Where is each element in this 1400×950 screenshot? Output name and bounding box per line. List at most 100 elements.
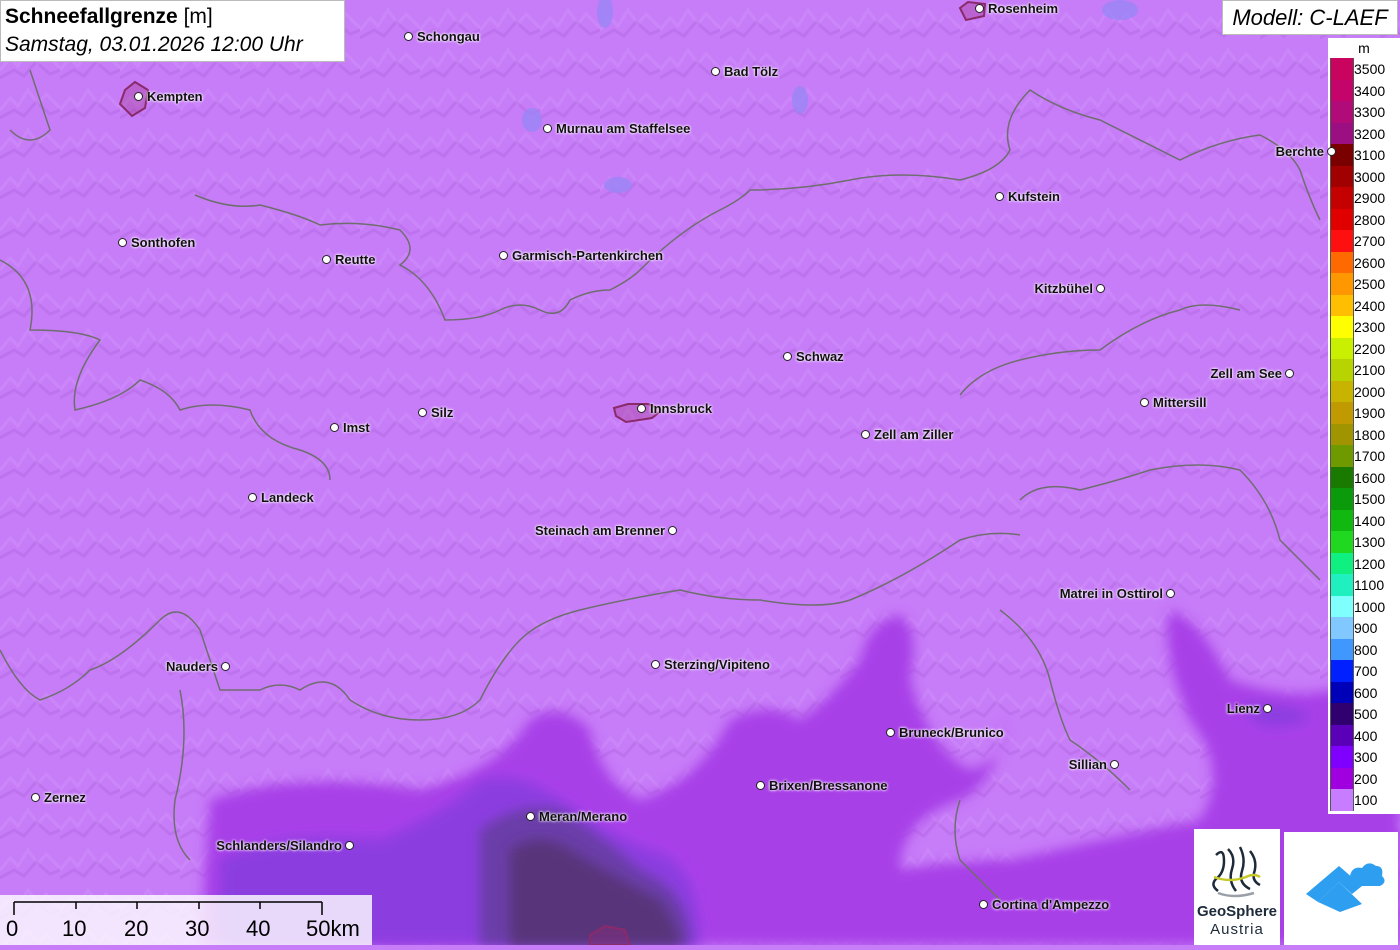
legend-swatch [1330,638,1354,660]
legend-label: 100 [1354,792,1378,808]
city-marker[interactable] [783,352,792,361]
legend-row: 2800 [1328,208,1400,230]
city-marker[interactable] [886,728,895,737]
city-label[interactable]: Kitzbühel [1035,281,1094,296]
city-label[interactable]: Kufstein [1008,189,1060,204]
city-marker[interactable] [1096,284,1105,293]
city-label[interactable]: Innsbruck [650,401,712,416]
city-label[interactable]: Silz [431,405,453,420]
city-marker[interactable] [418,408,427,417]
city-marker[interactable] [995,192,1004,201]
city-label[interactable]: Matrei in Osttirol [1060,586,1163,601]
city-label[interactable]: Schlanders/Silandro [216,838,342,853]
city-marker[interactable] [499,251,508,260]
city-label[interactable]: Zernez [44,790,86,805]
scale-label-10: 10 [62,916,87,941]
city-marker[interactable] [322,255,331,264]
legend-swatch [1330,273,1354,295]
scale-label-50km: 50km [306,916,360,941]
city-label[interactable]: Steinach am Brenner [535,523,665,538]
city-label[interactable]: Sterzing/Vipiteno [664,657,770,672]
legend-row: 3400 [1328,79,1400,101]
city-marker[interactable] [1327,147,1336,156]
city-marker[interactable] [31,793,40,802]
geosphere-logo[interactable]: GeoSphere Austria [1194,829,1280,945]
city-marker[interactable] [979,900,988,909]
city-label[interactable]: Lienz [1227,701,1260,716]
legend-row: 800 [1328,638,1400,660]
city-marker[interactable] [1140,398,1149,407]
parameter-name: Schneefallgrenze [5,5,178,28]
legend-row: 3300 [1328,101,1400,123]
city-marker[interactable] [1166,589,1175,598]
city-label[interactable]: Kempten [147,89,203,104]
city-label[interactable]: Sillian [1069,757,1107,772]
city-marker[interactable] [221,662,230,671]
legend-row: 1300 [1328,531,1400,553]
city-label[interactable]: Mittersill [1153,395,1206,410]
city-label[interactable]: Zell am Ziller [874,427,953,442]
city-label[interactable]: Garmisch-Partenkirchen [512,248,663,263]
legend-swatch [1330,423,1354,445]
city-marker[interactable] [975,4,984,13]
legend-label: 900 [1354,620,1378,636]
legend-label: 2300 [1354,319,1386,335]
city-label[interactable]: Sonthofen [131,235,195,250]
legend-label: 1500 [1354,491,1386,507]
legend-swatch [1330,767,1354,789]
legend-label: 1900 [1354,405,1386,421]
city-label[interactable]: Imst [343,420,370,435]
city-marker[interactable] [1285,369,1294,378]
city-marker[interactable] [330,423,339,432]
city-marker[interactable] [1110,760,1119,769]
legend-row: 1900 [1328,402,1400,424]
city-label[interactable]: Nauders [166,659,218,674]
city-label[interactable]: Schwaz [796,349,844,364]
legend-label: 1700 [1354,448,1386,464]
city-marker[interactable] [345,841,354,850]
city-marker[interactable] [543,124,552,133]
legend-swatch [1330,380,1354,402]
legend-row: 400 [1328,724,1400,746]
city-marker[interactable] [637,404,646,413]
scale-label-20: 20 [124,916,149,941]
legend-swatch [1330,187,1354,209]
city-label[interactable]: Bad Tölz [724,64,778,79]
city-marker[interactable] [404,32,413,41]
city-marker[interactable] [134,92,143,101]
city-marker[interactable] [1263,704,1272,713]
legend-swatch [1330,746,1354,768]
city-label[interactable]: Brixen/Bressanone [769,778,888,793]
city-marker[interactable] [118,238,127,247]
city-label[interactable]: Meran/Merano [539,809,627,824]
city-label[interactable]: Cortina d'Ampezzo [992,897,1109,912]
city-marker[interactable] [668,526,677,535]
city-label[interactable]: Murnau am Staffelsee [556,121,690,136]
city-label[interactable]: Schongau [417,29,480,44]
legend-row: 2000 [1328,380,1400,402]
city-label[interactable]: Berchte [1276,144,1324,159]
legend-label: 1100 [1354,577,1385,593]
legend-row: 2200 [1328,337,1400,359]
legend-swatch [1330,660,1354,682]
map-title: Schneefallgrenze [m] [5,3,340,31]
city-label[interactable]: Landeck [261,490,314,505]
city-marker[interactable] [526,812,535,821]
city-marker[interactable] [711,67,720,76]
city-marker[interactable] [248,493,257,502]
map-canvas[interactable] [0,0,1400,945]
legend-label: 3300 [1354,104,1386,120]
city-label[interactable]: Zell am See [1210,366,1282,381]
city-marker[interactable] [756,781,765,790]
city-label[interactable]: Rosenheim [988,1,1058,16]
weather-app-logo[interactable] [1284,832,1398,945]
legend-label: 2200 [1354,340,1386,357]
city-label[interactable]: Bruneck/Brunico [899,725,1004,740]
legend-row: 2700 [1328,230,1400,252]
city-marker[interactable] [651,660,660,669]
city-marker[interactable] [861,430,870,439]
legend-swatch [1330,359,1354,381]
legend-swatch [1330,208,1354,230]
city-label[interactable]: Reutte [335,252,375,267]
legend-row: 1500 [1328,488,1400,510]
